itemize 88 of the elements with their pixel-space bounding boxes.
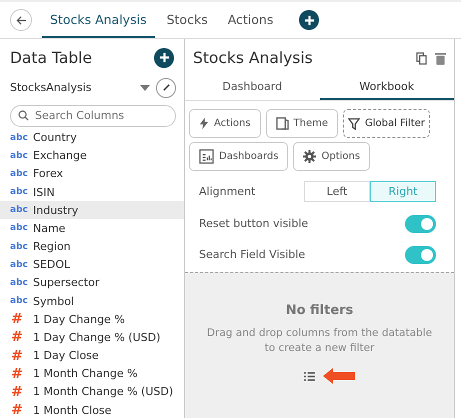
column-name: 1 Day Change % (USD) (33, 330, 160, 344)
column-name: Supersector (33, 276, 100, 290)
plus-icon (158, 52, 170, 64)
column-name: Name (33, 222, 66, 235)
text-type-label: abc (10, 223, 28, 234)
text-type-label: abc (10, 168, 28, 179)
column-name: 1 Month Change % (USD) (33, 385, 174, 398)
column-name: Forex (33, 167, 64, 180)
number-type-label: # (10, 384, 24, 400)
text-type-label: abc (10, 132, 28, 143)
column-name: SEDOL (33, 258, 70, 272)
filter-icon (348, 118, 360, 130)
column-item[interactable]: abc Name (0, 219, 184, 238)
lightning-icon (199, 117, 209, 130)
column-name: 1 Month Change % (33, 367, 138, 380)
column-item[interactable]: abc ISIN (0, 183, 184, 202)
text-type-label: abc (10, 296, 28, 306)
panel-title: Data Table (10, 48, 92, 67)
column-item[interactable]: # 1 Month Close (0, 400, 184, 418)
tab[interactable]: Actions (220, 2, 282, 38)
panel-title: Stocks Analysis (193, 49, 313, 67)
number-type-label: # (10, 329, 24, 346)
tool-button[interactable]: Global Filter (343, 109, 430, 138)
copy-icon[interactable] (416, 52, 427, 64)
arrow-icon (16, 14, 26, 26)
column-name: 1 Day Close (33, 349, 99, 362)
tab[interactable]: Stocks (158, 2, 216, 38)
column-name: 1 Day Change % (33, 312, 125, 326)
column-name: 1 Month Close (33, 404, 112, 417)
alignment-option[interactable]: Left (304, 181, 370, 202)
tool-button[interactable]: Dashboards (189, 142, 288, 171)
column-name: Industry (33, 204, 78, 217)
tool-button[interactable]: Actions (189, 109, 261, 138)
column-item[interactable]: abc Forex (0, 164, 184, 184)
source-name: StocksAnalysis (10, 81, 92, 94)
plus-icon (304, 14, 315, 26)
column-item[interactable]: abc Country (0, 128, 184, 147)
pencil-icon (162, 83, 170, 92)
toggle-label: Reset button visible (199, 217, 308, 230)
text-type-label: abc (10, 205, 28, 216)
column-name: Country (33, 131, 77, 144)
dashboard-icon (199, 149, 214, 164)
search-field[interactable]: Search Columns (10, 104, 176, 127)
number-type-label: # (10, 348, 24, 364)
column-item[interactable]: # 1 Day Change % (USD) (0, 328, 184, 346)
add-button[interactable] (154, 48, 174, 68)
list-icon[interactable] (304, 372, 315, 381)
tool-button[interactable]: Theme (266, 109, 338, 138)
toggle-label: Search Field Visible (199, 248, 306, 261)
gear-icon (303, 150, 316, 163)
empty-message: Drag and drop columns from the datatable to create a new filter (206, 326, 434, 356)
column-item[interactable]: # 1 Day Change % (0, 310, 184, 328)
trash-icon[interactable] (435, 52, 446, 64)
column-item[interactable]: abc Symbol (0, 292, 184, 310)
add-button[interactable] (299, 10, 320, 30)
column-name: Exchange (33, 149, 87, 162)
column-item[interactable]: abc Exchange (0, 146, 184, 165)
tab[interactable]: Workbook (320, 74, 454, 100)
text-type-label: abc (10, 150, 28, 161)
text-type-label: abc (10, 260, 28, 270)
text-type-label: abc (10, 187, 28, 198)
number-type-label: # (10, 366, 24, 382)
tab[interactable]: Stocks Analysis (42, 2, 155, 38)
column-item[interactable]: abc Supersector (0, 274, 184, 292)
arrow-icon (323, 368, 355, 384)
empty-title: No filters (286, 303, 354, 318)
toggle-switch[interactable] (405, 214, 436, 232)
edit-button[interactable] (156, 78, 176, 98)
back-button[interactable] (10, 9, 32, 31)
alignment-label: Alignment (199, 185, 256, 198)
column-item[interactable]: abc Industry (0, 201, 184, 220)
tab[interactable]: Dashboard (185, 74, 320, 100)
column-name: ISIN (33, 186, 55, 199)
theme-icon (276, 117, 289, 130)
tool-button[interactable]: Options (293, 142, 370, 171)
column-name: Region (33, 240, 71, 254)
number-type-label: # (10, 402, 24, 418)
column-item[interactable]: # 1 Day Close (0, 346, 184, 365)
dropdown-caret-icon[interactable] (140, 84, 150, 91)
column-item[interactable]: abc SEDOL (0, 256, 184, 274)
text-type-label: abc (10, 278, 28, 288)
column-name: Symbol (33, 294, 74, 308)
toggle-switch[interactable] (405, 246, 436, 264)
column-item[interactable]: abc Region (0, 238, 184, 256)
text-type-label: abc (10, 242, 28, 252)
column-item[interactable]: # 1 Month Change % (USD) (0, 382, 184, 401)
column-item[interactable]: # 1 Month Change % (0, 364, 184, 383)
number-type-label: # (10, 311, 24, 328)
